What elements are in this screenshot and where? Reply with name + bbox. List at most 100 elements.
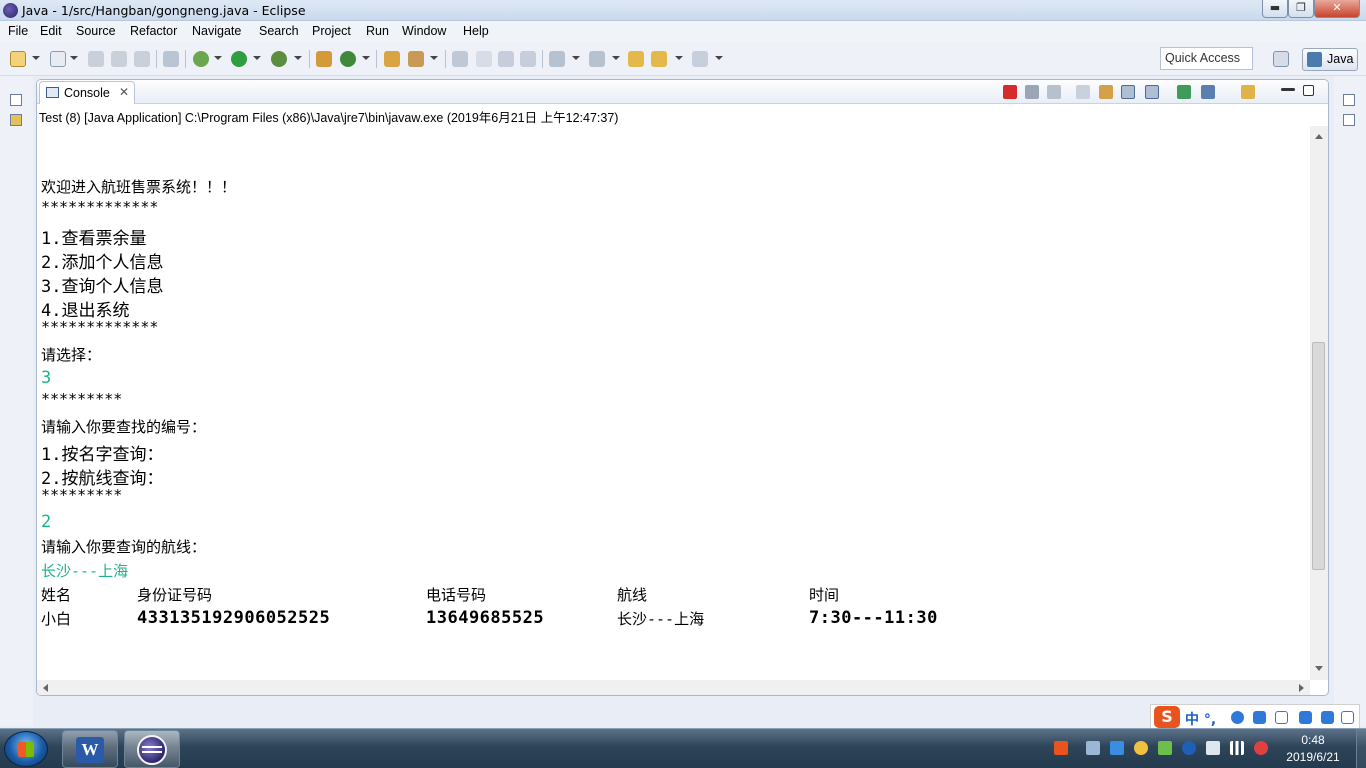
- chevron-down-icon[interactable]: [430, 56, 438, 60]
- chevron-down-icon[interactable]: [253, 56, 261, 60]
- clear-console-icon[interactable]: [1076, 85, 1090, 99]
- keyboard-icon[interactable]: [1275, 711, 1288, 724]
- chevron-down-icon[interactable]: [70, 56, 78, 60]
- chevron-down-icon[interactable]: [362, 56, 370, 60]
- scroll-up-icon[interactable]: [1315, 134, 1323, 139]
- toggle-mark-icon[interactable]: [452, 51, 468, 67]
- chevron-down-icon[interactable]: [294, 56, 302, 60]
- edit-icon[interactable]: [476, 51, 492, 67]
- scroll-left-icon[interactable]: [43, 684, 48, 692]
- qq-icon[interactable]: [1134, 741, 1148, 755]
- minimize-view-icon[interactable]: [1281, 88, 1295, 91]
- battery-icon[interactable]: [1206, 741, 1220, 755]
- new-file-icon[interactable]: [50, 51, 66, 67]
- open-console-icon[interactable]: [1241, 85, 1255, 99]
- menu-project[interactable]: Project: [312, 24, 351, 38]
- outline-icon[interactable]: [1343, 114, 1355, 126]
- show-on-output-icon[interactable]: [1121, 85, 1135, 99]
- sogou-logo-icon[interactable]: S: [1154, 706, 1180, 728]
- start-button[interactable]: [4, 731, 48, 767]
- toolbar-separator: [185, 50, 186, 68]
- user-icon[interactable]: [1299, 711, 1312, 724]
- show-on-error-icon[interactable]: [1145, 85, 1159, 99]
- quick-access-input[interactable]: Quick Access: [1160, 47, 1253, 70]
- shirt-icon[interactable]: [1321, 711, 1334, 724]
- terminate-icon[interactable]: [1003, 85, 1017, 99]
- chevron-down-icon[interactable]: [572, 56, 580, 60]
- shield-icon[interactable]: [1110, 741, 1124, 755]
- new-package-icon[interactable]: [316, 51, 332, 67]
- new-class-icon[interactable]: [340, 51, 356, 67]
- menu-file[interactable]: File: [8, 24, 28, 38]
- menu-navigate[interactable]: Navigate: [192, 24, 241, 38]
- chevron-down-icon[interactable]: [612, 56, 620, 60]
- close-button[interactable]: ✕: [1314, 0, 1360, 18]
- display-console-icon[interactable]: [1201, 85, 1215, 99]
- cell-time: 7:30---11:30: [809, 608, 938, 628]
- show-whitespace-icon[interactable]: [498, 51, 514, 67]
- last-edit-icon[interactable]: [628, 51, 644, 67]
- vertical-scrollbar[interactable]: [1310, 126, 1328, 680]
- maximize-view-icon[interactable]: [1303, 85, 1314, 96]
- print-icon[interactable]: [134, 51, 150, 67]
- save-all-icon[interactable]: [111, 51, 127, 67]
- previous-annotation-icon[interactable]: [589, 51, 605, 67]
- scroll-lock-icon[interactable]: [1099, 85, 1113, 99]
- ime-mode-indicator[interactable]: 中 °,: [1185, 709, 1216, 729]
- emoji-icon[interactable]: [1231, 711, 1244, 724]
- menu-search[interactable]: Search: [259, 24, 299, 38]
- close-icon[interactable]: ✕: [119, 85, 129, 99]
- menu-help[interactable]: Help: [463, 24, 489, 38]
- menu-edit[interactable]: Edit: [40, 24, 62, 38]
- chevron-down-icon[interactable]: [675, 56, 683, 60]
- chevron-down-icon[interactable]: [715, 56, 723, 60]
- back-icon[interactable]: [651, 51, 667, 67]
- menu-window[interactable]: Window: [402, 24, 446, 38]
- skip-breakpoints-icon[interactable]: [163, 51, 179, 67]
- remove-launch-icon[interactable]: [1025, 85, 1039, 99]
- run-icon[interactable]: [231, 51, 247, 67]
- chevron-down-icon[interactable]: [214, 56, 222, 60]
- network-drive-icon[interactable]: [1086, 741, 1100, 755]
- security-icon[interactable]: [1158, 741, 1172, 755]
- grid-menu-icon[interactable]: [1341, 711, 1354, 724]
- console-line: *********: [41, 486, 123, 504]
- pin-console-icon[interactable]: [1177, 85, 1191, 99]
- menu-run[interactable]: Run: [366, 24, 389, 38]
- horizontal-scrollbar[interactable]: [37, 680, 1310, 695]
- show-desktop-button[interactable]: [1356, 729, 1366, 768]
- debug-icon[interactable]: [193, 51, 209, 67]
- tab-console[interactable]: Console ✕: [39, 81, 135, 104]
- scroll-right-icon[interactable]: [1299, 684, 1304, 692]
- taskbar-word-button[interactable]: W: [62, 730, 118, 768]
- save-icon[interactable]: [88, 51, 104, 67]
- sogou-tray-icon[interactable]: [1054, 741, 1068, 755]
- remove-all-launches-icon[interactable]: [1047, 85, 1061, 99]
- java-perspective-button[interactable]: Java: [1302, 48, 1358, 71]
- package-explorer-icon[interactable]: [10, 114, 22, 126]
- open-perspective-icon[interactable]: [1273, 51, 1289, 67]
- maximize-button[interactable]: ❐: [1288, 0, 1314, 18]
- microphone-icon[interactable]: [1253, 711, 1266, 724]
- open-type-icon[interactable]: [384, 51, 400, 67]
- paragraph-icon[interactable]: [520, 51, 536, 67]
- signal-icon[interactable]: [1230, 741, 1244, 755]
- menu-refactor[interactable]: Refactor: [130, 24, 177, 38]
- forward-icon[interactable]: [692, 51, 708, 67]
- scroll-down-icon[interactable]: [1315, 666, 1323, 671]
- taskbar-eclipse-button[interactable]: [124, 730, 180, 768]
- restore-icon[interactable]: [10, 94, 22, 106]
- new-icon[interactable]: [10, 51, 26, 67]
- system-clock[interactable]: 0:48 2019/6/21: [1278, 732, 1348, 766]
- volume-muted-icon[interactable]: [1254, 741, 1268, 755]
- minimize-button[interactable]: ▬: [1262, 0, 1288, 18]
- menu-source[interactable]: Source: [76, 24, 116, 38]
- ime-toolbar: S 中 °,: [1150, 704, 1360, 730]
- search-icon[interactable]: [408, 51, 424, 67]
- run-external-icon[interactable]: [271, 51, 287, 67]
- chevron-down-icon[interactable]: [32, 56, 40, 60]
- next-annotation-icon[interactable]: [549, 51, 565, 67]
- restore-icon[interactable]: [1343, 94, 1355, 106]
- bluetooth-icon[interactable]: [1182, 741, 1196, 755]
- scroll-thumb[interactable]: [1312, 342, 1325, 570]
